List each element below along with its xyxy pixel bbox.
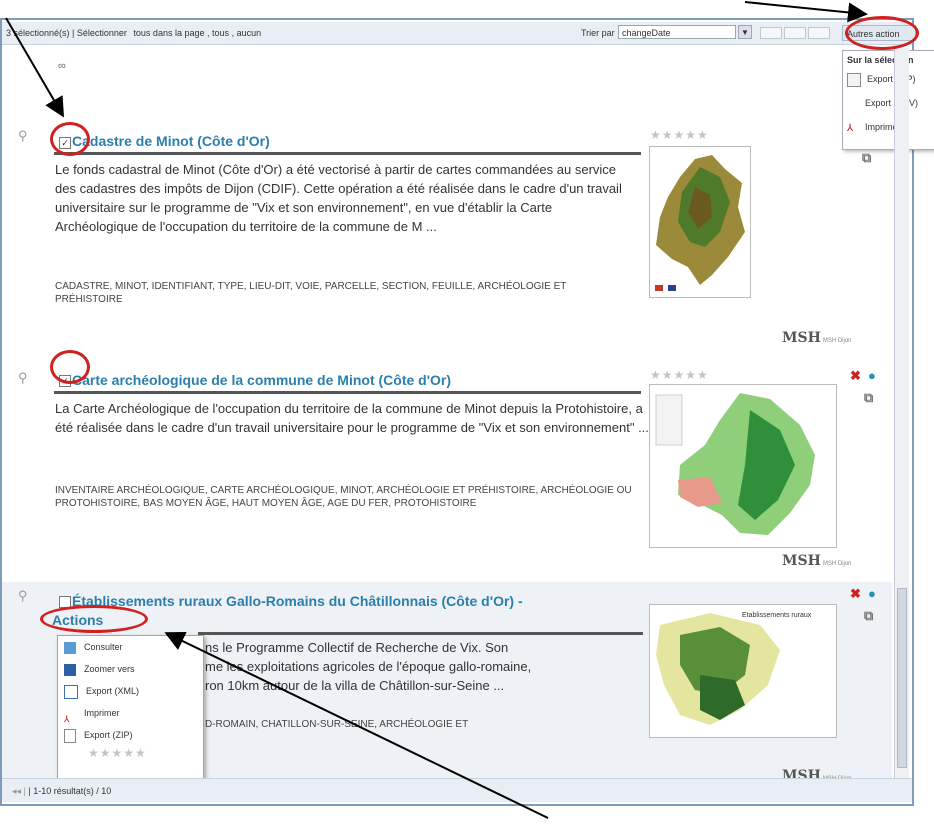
arrow-to-other-actions xyxy=(744,1,868,23)
arrow-to-actions-button xyxy=(164,631,549,819)
arrow-to-checkbox xyxy=(5,17,65,118)
annotation-arrows xyxy=(5,1,868,819)
